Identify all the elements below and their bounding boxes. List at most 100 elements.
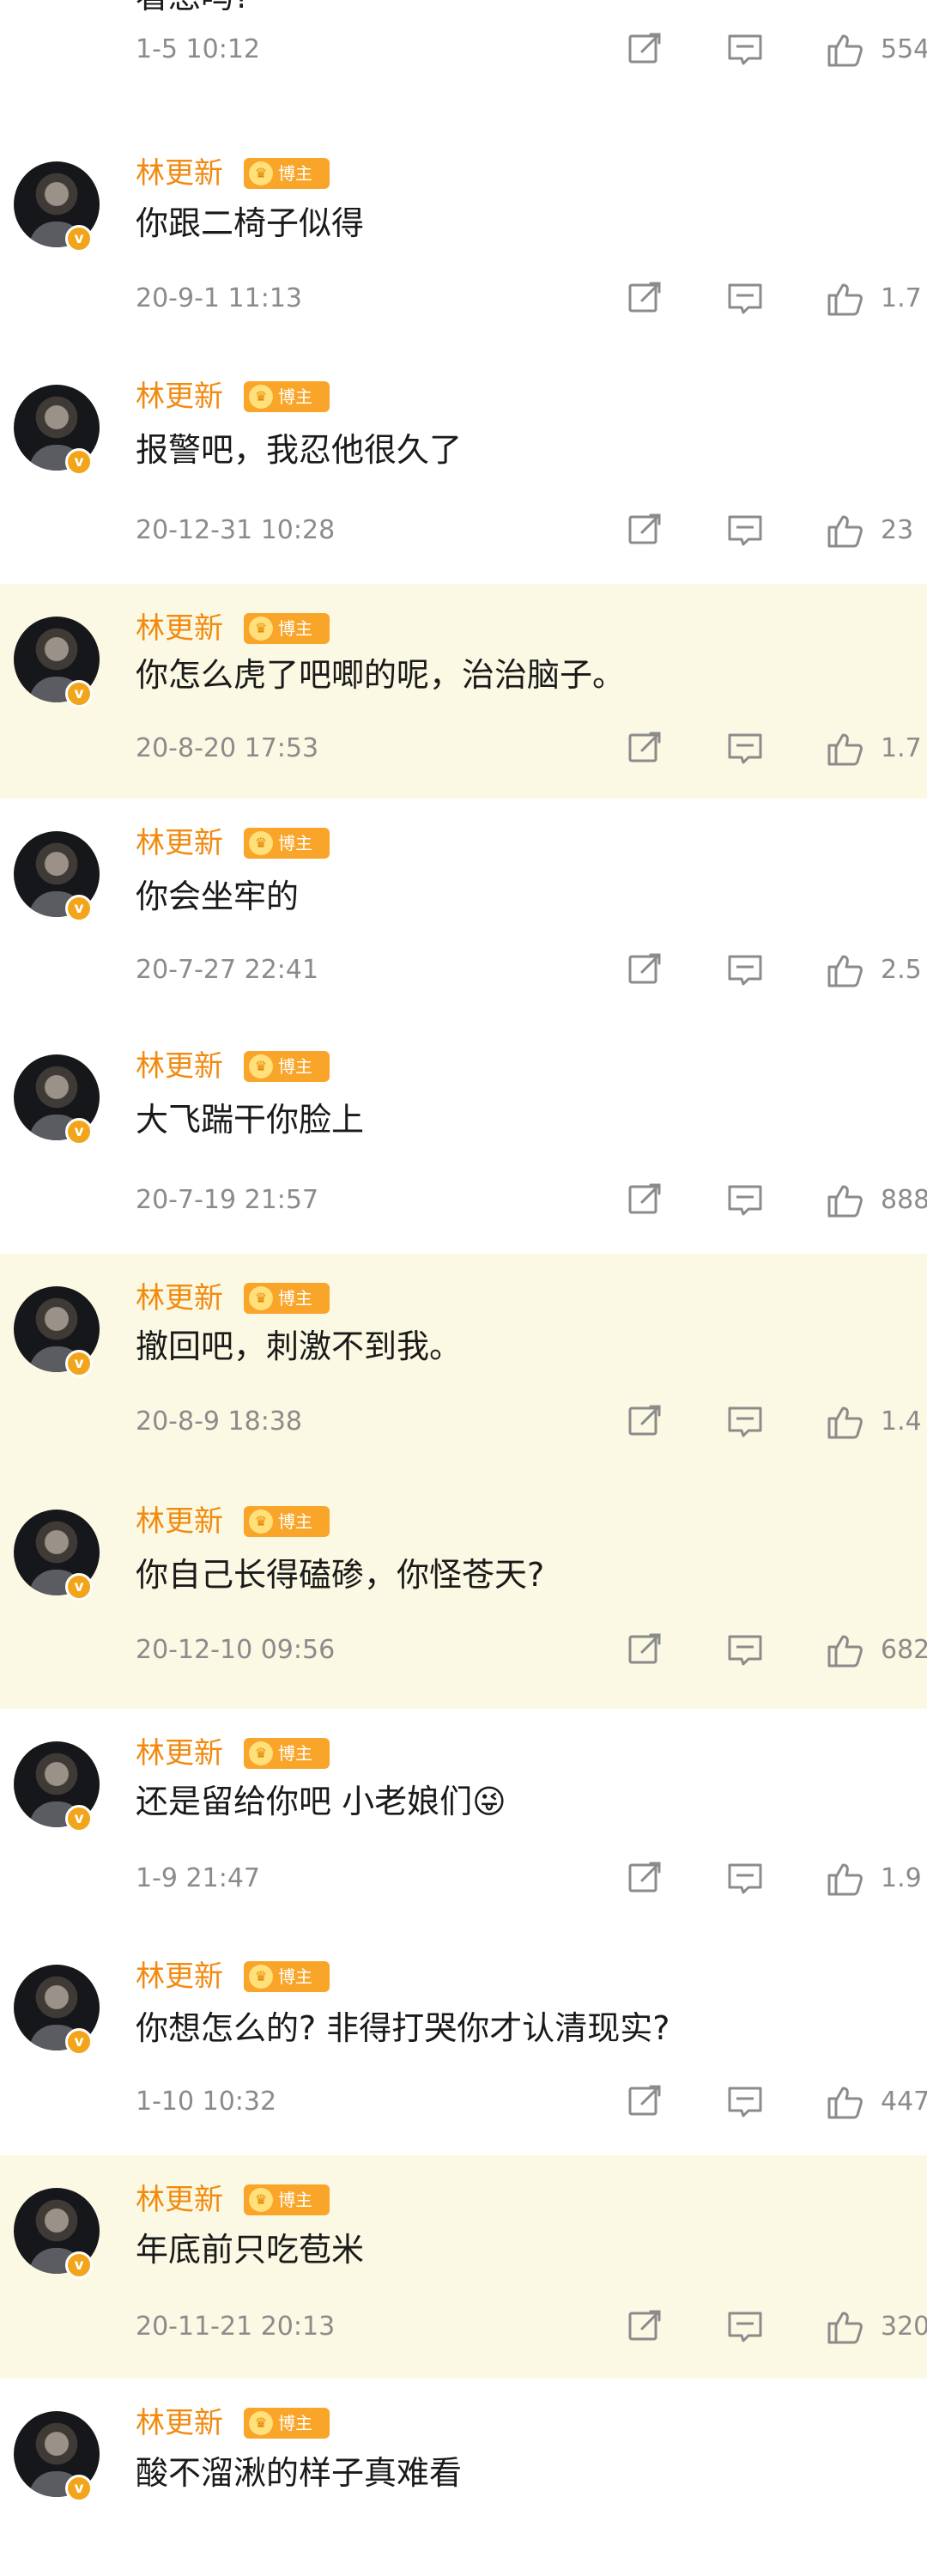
blogger-tag: ♛ 博主: [244, 2408, 330, 2439]
blogger-tag-label: 博主: [278, 1056, 312, 1077]
share-icon[interactable]: [627, 1860, 664, 1898]
thumbs-up-icon[interactable]: [826, 31, 863, 69]
thumbs-up-icon[interactable]: [826, 1631, 863, 1669]
comment-item: v 林更新 ♛ 博主 报警吧，我忍他很久了 20-12-31 10:28 23: [0, 352, 927, 584]
blogger-tag: ♛ 博主: [244, 1283, 330, 1314]
comment-timestamp: 20-8-20 17:53: [136, 733, 319, 763]
comment-item: v 林更新 ♛ 博主 你会坐牢的 20-7-27 22:41 2.5: [0, 799, 927, 1022]
thumbs-up-icon[interactable]: [826, 951, 863, 989]
blogger-tag-icon: ♛: [249, 1741, 273, 1765]
like-count: 1.7: [881, 283, 922, 313]
blogger-tag: ♛ 博主: [244, 1051, 330, 1082]
comment-icon[interactable]: [726, 1860, 764, 1898]
comment-icon[interactable]: [726, 280, 764, 318]
share-icon[interactable]: [627, 512, 664, 550]
verified-badge-icon: v: [65, 1350, 93, 1377]
comment-text: 你想怎么的? 非得打哭你才认清现实?: [136, 2009, 670, 2047]
share-icon[interactable]: [627, 280, 664, 318]
comment-icon[interactable]: [726, 1631, 764, 1669]
blogger-tag-label: 博主: [278, 386, 312, 407]
like-count: 1.4: [881, 1406, 922, 1437]
blogger-tag-label: 博主: [278, 618, 312, 639]
blogger-tag: ♛ 博主: [244, 1961, 330, 1992]
share-icon[interactable]: [627, 1631, 664, 1669]
like-count: 888: [881, 1185, 927, 1215]
share-icon[interactable]: [627, 730, 664, 768]
thumbs-up-icon[interactable]: [826, 2083, 863, 2121]
blogger-tag-icon: ♛: [249, 2188, 273, 2212]
comment-icon[interactable]: [726, 512, 764, 550]
comment-item: v 林更新 ♛ 博主 大飞踹干你脸上 20-7-19 21:57 888: [0, 1022, 927, 1254]
like-count: 682: [881, 1635, 927, 1665]
share-icon[interactable]: [627, 1403, 664, 1441]
blogger-tag-label: 博主: [278, 163, 312, 184]
share-icon[interactable]: [627, 2308, 664, 2346]
blogger-tag: ♛ 博主: [244, 828, 330, 859]
thumbs-up-icon[interactable]: [826, 730, 863, 768]
blogger-tag: ♛ 博主: [244, 381, 330, 412]
like-count: 554: [881, 34, 927, 64]
comment-timestamp: 20-7-27 22:41: [136, 955, 319, 985]
blogger-tag-icon: ♛: [249, 1965, 273, 1989]
comment-item: v 林更新 ♛ 博主 酸不溜湫的样子真难看: [0, 2379, 927, 2576]
blogger-tag: ♛ 博主: [244, 1506, 330, 1537]
comment-icon[interactable]: [726, 2308, 764, 2346]
commenter-name[interactable]: 林更新: [136, 1281, 223, 1315]
comment-icon[interactable]: [726, 2083, 764, 2121]
blogger-tag-icon: ♛: [249, 1054, 273, 1078]
comment-text: 年底前只吃苞米: [136, 2231, 365, 2269]
comment-text: 报警吧，我忍他很久了: [136, 431, 463, 469]
thumbs-up-icon[interactable]: [826, 280, 863, 318]
blogger-tag-icon: ♛: [249, 2411, 273, 2435]
comment-text: 你会坐牢的: [136, 878, 300, 915]
verified-badge-icon: v: [65, 895, 93, 922]
thumbs-up-icon[interactable]: [826, 1860, 863, 1898]
blogger-tag-icon: ♛: [249, 385, 273, 409]
thumbs-up-icon[interactable]: [826, 2308, 863, 2346]
commenter-name[interactable]: 林更新: [136, 826, 223, 860]
commenter-name[interactable]: 林更新: [136, 1736, 223, 1771]
comment-icon[interactable]: [726, 951, 764, 989]
share-icon[interactable]: [627, 2083, 664, 2121]
commenter-name[interactable]: 林更新: [136, 1504, 223, 1539]
comment-text: 撤回吧，刺激不到我。: [136, 1327, 463, 1365]
comment-item: v 林更新 ♛ 博主你怎么虎了吧唧的呢，治治脑子。 20-8-20 17:53 1.7: [0, 584, 927, 799]
blogger-tag: ♛ 博主: [244, 1738, 330, 1769]
commenter-name[interactable]: 林更新: [136, 1959, 223, 1994]
verified-badge-icon: v: [65, 680, 93, 708]
blogger-tag-icon: ♛: [249, 617, 273, 641]
comment-icon[interactable]: [726, 1403, 764, 1441]
blogger-tag-icon: ♛: [249, 161, 273, 185]
share-icon[interactable]: [627, 31, 664, 69]
blogger-tag-label: 博主: [278, 2190, 312, 2210]
blogger-tag: ♛ 博主: [244, 158, 330, 189]
share-icon[interactable]: [627, 951, 664, 989]
comment-icon[interactable]: [726, 31, 764, 69]
comment-text: 大飞踹干你脸上: [136, 1101, 365, 1139]
share-icon[interactable]: [627, 1182, 664, 1219]
commenter-name[interactable]: 林更新: [136, 2183, 223, 2217]
commenter-name[interactable]: 林更新: [136, 1049, 223, 1084]
blogger-tag-label: 博主: [278, 1743, 312, 1764]
thumbs-up-icon[interactable]: [826, 1403, 863, 1441]
commenter-name[interactable]: 林更新: [136, 156, 223, 191]
comment-icon[interactable]: [726, 730, 764, 768]
comment-icon[interactable]: [726, 1182, 764, 1219]
comment-timestamp: 20-9-1 11:13: [136, 283, 302, 313]
like-count: 1.7: [881, 733, 922, 763]
thumbs-up-icon[interactable]: [826, 1182, 863, 1219]
thumbs-up-icon[interactable]: [826, 512, 863, 550]
blogger-tag: ♛ 博主: [244, 613, 330, 644]
like-count: 447: [881, 2087, 927, 2117]
comment-text: 你怎么虎了吧唧的呢，治治脑子。: [136, 656, 626, 694]
commenter-name[interactable]: 林更新: [136, 2406, 223, 2440]
like-count: 1.9: [881, 1863, 922, 1893]
blogger-tag-icon: ♛: [249, 831, 273, 855]
comment-item: v 林更新 ♛ 博主 你自己长得磕碜，你怪苍天? 20-12-10 09:56 682: [0, 1477, 927, 1709]
commenter-name[interactable]: 林更新: [136, 611, 223, 646]
commenter-name[interactable]: 林更新: [136, 380, 223, 414]
blogger-tag: ♛ 博主: [244, 2184, 330, 2215]
blogger-tag-label: 博主: [278, 1511, 312, 1532]
comment-item: v 林更新 ♛ 博主 你跟二椅子似得 20-9-1 11:13 1.7: [0, 129, 927, 352]
comment-text: 还是留给你吧 小老娘们😜: [136, 1783, 506, 1820]
